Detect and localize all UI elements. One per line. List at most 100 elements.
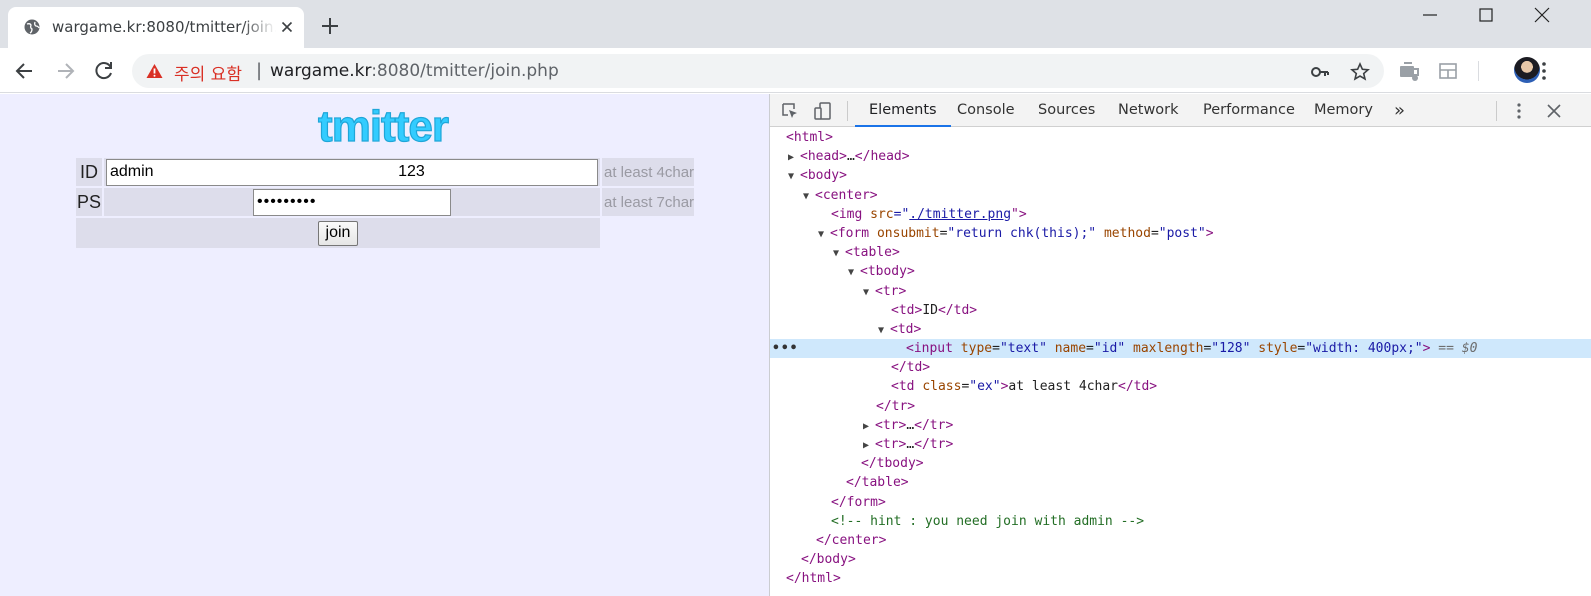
tab-elements[interactable]: Elements bbox=[855, 94, 951, 127]
address-bar[interactable]: 주의 요함 | wargame.kr:8080/tmitter/join.php bbox=[132, 54, 1384, 88]
close-devtools-icon[interactable] bbox=[1544, 101, 1564, 121]
url-text[interactable]: wargame.kr:8080/tmitter/join.php bbox=[270, 61, 559, 81]
tab-network[interactable]: Network bbox=[1118, 94, 1179, 127]
close-tab-icon[interactable] bbox=[278, 18, 296, 36]
dom-val: "id" bbox=[1093, 341, 1126, 357]
devtools-panel: Elements Console Sources Network Perform… bbox=[769, 94, 1591, 596]
extension-icon[interactable] bbox=[1398, 60, 1420, 82]
bookmark-star-icon[interactable] bbox=[1350, 62, 1370, 82]
collapse-triangle-icon[interactable]: ▼ bbox=[863, 283, 875, 302]
collapsed-ellipsis: … bbox=[846, 149, 855, 165]
dom-node-form-close[interactable]: </form> bbox=[770, 493, 1591, 512]
devtools-menu-icon[interactable] bbox=[1509, 101, 1529, 121]
dom-node-tr-close[interactable]: </tr> bbox=[770, 397, 1591, 416]
warning-icon[interactable] bbox=[146, 63, 163, 79]
tab-sources[interactable]: Sources bbox=[1038, 94, 1095, 127]
security-warning-label[interactable]: 주의 요함 bbox=[174, 60, 242, 85]
collapse-triangle-icon[interactable]: ▼ bbox=[848, 263, 860, 282]
menu-dots-icon[interactable] bbox=[1533, 60, 1555, 82]
dom-node-body-close[interactable]: </body> bbox=[770, 550, 1591, 569]
button-row: join bbox=[76, 218, 694, 248]
collapse-triangle-icon[interactable]: ▼ bbox=[833, 244, 845, 263]
tab-performance[interactable]: Performance bbox=[1203, 94, 1295, 127]
tab-memory[interactable]: Memory bbox=[1314, 94, 1373, 127]
dom-node-table-close[interactable]: </table> bbox=[770, 473, 1591, 492]
dom-tag: <table> bbox=[845, 245, 900, 261]
dom-node-center-close[interactable]: </center> bbox=[770, 531, 1591, 550]
collapsed-ellipsis: … bbox=[906, 437, 915, 452]
expand-triangle-icon[interactable]: ▶ bbox=[863, 436, 875, 455]
layout-icon[interactable] bbox=[1437, 60, 1459, 82]
dom-node-tr-collapsed[interactable]: ▶ <tr>…</tr> bbox=[770, 416, 1591, 435]
dom-punct: =" bbox=[893, 206, 910, 222]
browser-toolbar: 주의 요함 | wargame.kr:8080/tmitter/join.php bbox=[0, 48, 1591, 93]
dom-node-input-selected[interactable]: ••• <input type="text" name="id" maxlengt… bbox=[770, 339, 1591, 359]
dom-tag: </tr> bbox=[914, 417, 954, 433]
button-cell: join bbox=[76, 218, 600, 248]
dom-attr: style bbox=[1258, 341, 1298, 357]
collapse-triangle-icon[interactable]: ▼ bbox=[803, 187, 815, 206]
dom-node-body[interactable]: ▼ <body> bbox=[770, 166, 1591, 185]
dom-attr: method bbox=[1103, 225, 1151, 241]
tab-console[interactable]: Console bbox=[957, 94, 1015, 127]
collapse-triangle-icon[interactable]: ▼ bbox=[818, 225, 830, 244]
dom-node-tr-collapsed[interactable]: ▶ <tr>…</tr> bbox=[770, 435, 1591, 454]
dom-node-td[interactable]: <td>ID</td> bbox=[770, 301, 1591, 320]
dom-tag: <tr> bbox=[875, 283, 907, 299]
more-tabs-button[interactable]: » bbox=[1394, 94, 1405, 127]
expand-triangle-icon[interactable]: ▶ bbox=[863, 417, 875, 436]
dom-val: "post" bbox=[1158, 225, 1206, 241]
dom-tag: "> bbox=[1011, 206, 1027, 222]
inspect-element-icon[interactable] bbox=[780, 101, 800, 121]
dom-node-tr[interactable]: ▼ <tr> bbox=[770, 282, 1591, 301]
dom-tag: </tr> bbox=[876, 398, 916, 414]
back-arrow-icon[interactable] bbox=[12, 58, 38, 84]
dom-node-td-ex[interactable]: <td class="ex">at least 4char</td> bbox=[770, 377, 1591, 396]
device-toolbar-icon[interactable] bbox=[813, 101, 833, 121]
dom-tag: </td> bbox=[891, 360, 931, 376]
dom-tree: <html> ▶ <head>…</head> ▼ <body> ▼ <center>… bbox=[770, 128, 1591, 589]
dom-node-html[interactable]: <html> bbox=[770, 128, 1591, 147]
node-actions-icon[interactable]: ••• bbox=[772, 339, 798, 358]
dom-tag: </tbody> bbox=[861, 456, 924, 472]
join-button[interactable]: join bbox=[317, 220, 359, 246]
dom-node-table[interactable]: ▼ <table> bbox=[770, 243, 1591, 262]
id-input[interactable] bbox=[106, 158, 598, 186]
dom-tag: <tr> bbox=[875, 437, 907, 452]
forward-arrow-icon[interactable] bbox=[52, 58, 78, 84]
collapse-triangle-icon[interactable]: ▼ bbox=[788, 167, 800, 186]
expand-triangle-icon[interactable]: ▶ bbox=[788, 148, 800, 167]
dom-link[interactable]: ./tmitter.png bbox=[909, 207, 1011, 222]
dom-tag: </html> bbox=[786, 571, 841, 587]
dom-node-html-close[interactable]: </html> bbox=[770, 569, 1591, 588]
dom-val: "ex" bbox=[969, 379, 1001, 395]
dom-node-center[interactable]: ▼ <center> bbox=[770, 186, 1591, 205]
dom-node-td-close[interactable]: </td> bbox=[770, 358, 1591, 377]
dom-node-head[interactable]: ▶ <head>…</head> bbox=[770, 147, 1591, 166]
dom-text: at least 4char bbox=[1008, 379, 1118, 395]
browser-tab[interactable]: wargame.kr:8080/tmitter/join.php bbox=[8, 7, 304, 48]
tmitter-logo: tmitter bbox=[317, 104, 450, 150]
toolbar-separator bbox=[1478, 61, 1479, 81]
password-input[interactable] bbox=[253, 188, 451, 216]
new-tab-icon[interactable] bbox=[320, 16, 340, 36]
maximize-icon[interactable] bbox=[1474, 4, 1498, 26]
dom-node-tbody-close[interactable]: </tbody> bbox=[770, 454, 1591, 473]
dom-tag: <tbody> bbox=[860, 264, 915, 280]
dom-tag: </td> bbox=[1118, 379, 1158, 395]
dom-comment: <!-- hint : you need join with admin --> bbox=[831, 513, 1145, 529]
ps-cell bbox=[104, 188, 600, 216]
collapse-triangle-icon[interactable]: ▼ bbox=[878, 321, 890, 340]
reload-icon[interactable] bbox=[91, 58, 117, 84]
dom-tag: <html> bbox=[786, 130, 833, 145]
dom-tag: </table> bbox=[846, 475, 909, 491]
dom-node-form[interactable]: ▼ <form onsubmit="return chk(this);" meth… bbox=[770, 224, 1591, 243]
dom-tag: </form> bbox=[831, 494, 886, 510]
dom-node-img[interactable]: <img src="./tmitter.png"> bbox=[770, 205, 1591, 224]
close-window-icon[interactable] bbox=[1530, 4, 1554, 26]
key-icon[interactable] bbox=[1310, 62, 1330, 82]
dom-node-comment[interactable]: <!-- hint : you need join with admin --> bbox=[770, 512, 1591, 531]
dom-node-td[interactable]: ▼ <td> bbox=[770, 320, 1591, 339]
minimize-icon[interactable] bbox=[1418, 4, 1442, 26]
dom-node-tbody[interactable]: ▼ <tbody> bbox=[770, 262, 1591, 281]
